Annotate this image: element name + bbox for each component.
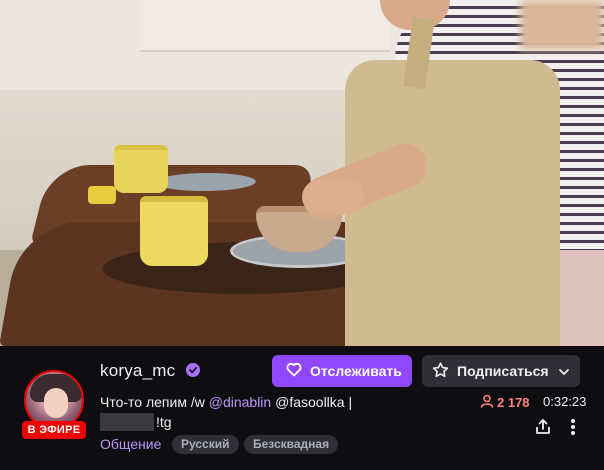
- tag-squadless[interactable]: Безсквадная: [244, 435, 339, 454]
- redacted-block: [100, 413, 154, 431]
- tag-russian[interactable]: Русский: [172, 435, 239, 454]
- share-button[interactable]: [530, 416, 556, 442]
- viewer-count-value: 2 178: [497, 395, 530, 410]
- blurred-corner: [520, 0, 604, 50]
- yellow-bucket: [140, 196, 208, 266]
- verified-check-icon: [186, 363, 200, 377]
- subscribe-button[interactable]: Подписаться: [422, 355, 580, 387]
- category-link[interactable]: Общение: [100, 436, 161, 452]
- stream-uptime: 0:32:23: [543, 394, 587, 409]
- title-text: !tg: [156, 414, 172, 430]
- star-icon: [432, 361, 449, 381]
- follow-label: Отслеживать: [310, 363, 402, 379]
- follow-button[interactable]: Отслеживать: [272, 355, 412, 387]
- person-hand: [302, 180, 364, 214]
- yellow-bucket: [114, 145, 168, 193]
- more-vertical-icon: [570, 418, 576, 441]
- subscribe-label: Подписаться: [457, 363, 549, 379]
- person-apron: [345, 60, 560, 346]
- title-text: @fasoollka |: [271, 394, 353, 410]
- stream-title: Что-то лепим /w @dinablin @fasoollka |: [100, 394, 352, 410]
- live-badge: В ЭФИРЕ: [22, 421, 86, 439]
- heart-icon: [286, 362, 302, 380]
- sponge: [88, 186, 116, 204]
- mention-link[interactable]: @dinablin: [209, 394, 271, 410]
- video-scene-shelf: [140, 0, 390, 52]
- stream-info-bar: В ЭФИРЕ korya_mc Отслеживать Подписаться…: [0, 346, 604, 470]
- share-icon: [534, 418, 552, 441]
- more-options-button[interactable]: [562, 416, 584, 442]
- channel-avatar-link[interactable]: В ЭФИРЕ: [22, 368, 86, 439]
- channel-name[interactable]: korya_mc: [100, 361, 175, 381]
- viewer-count: 2 178: [480, 394, 530, 411]
- video-player[interactable]: [0, 0, 604, 346]
- stream-title-line2: !tg: [100, 413, 172, 431]
- title-text: Что-то лепим /w: [100, 394, 209, 410]
- chevron-down-icon: [558, 365, 570, 381]
- person-icon: [480, 394, 494, 411]
